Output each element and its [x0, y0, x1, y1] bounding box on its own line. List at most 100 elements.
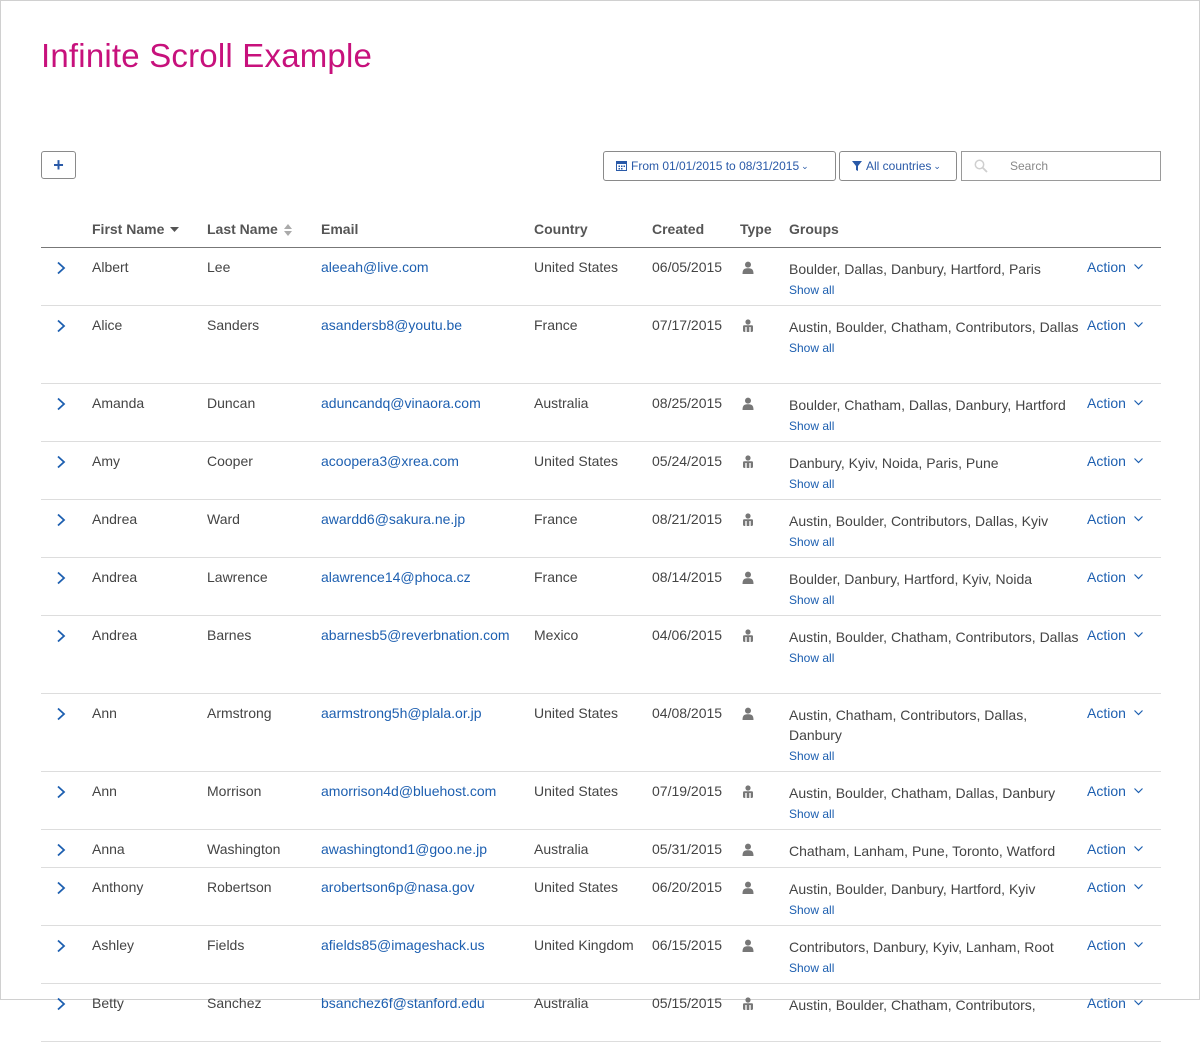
- email-link[interactable]: asandersb8@youtu.be: [321, 317, 462, 333]
- column-header-first-name[interactable]: First Name: [92, 221, 180, 237]
- show-all-link[interactable]: Show all: [789, 958, 1079, 978]
- show-all-link[interactable]: Show all: [789, 746, 1079, 766]
- chevron-down-icon: [1133, 322, 1143, 328]
- expand-row-icon[interactable]: [55, 261, 67, 275]
- show-all-link[interactable]: Show all: [789, 280, 1079, 300]
- last-name-cell: Ward: [207, 511, 240, 527]
- created-cell: 06/20/2015: [652, 879, 723, 895]
- date-range-filter[interactable]: From 01/01/2015 to 08/31/2015 ⌄: [603, 151, 836, 181]
- email-link[interactable]: aduncandq@vinaora.com: [321, 395, 481, 411]
- country-cell: Australia: [534, 395, 589, 411]
- user-icon: [742, 707, 754, 720]
- column-header-groups[interactable]: Groups: [789, 221, 839, 237]
- action-label: Action: [1087, 879, 1126, 895]
- table-row: Anthony Robertson arobertson6p@nasa.gov Uni…: [41, 868, 1161, 926]
- show-all-link[interactable]: Show all: [789, 900, 1079, 920]
- groups-cell: Austin, Boulder, Chatham, Dallas, Danbur…: [789, 783, 1079, 824]
- action-menu[interactable]: Action: [1087, 627, 1143, 643]
- show-all-link[interactable]: Show all: [789, 532, 1079, 552]
- show-all-link[interactable]: Show all: [789, 648, 1079, 668]
- group-icon: [742, 785, 754, 798]
- last-name-cell: Robertson: [207, 879, 272, 895]
- groups-text: Austin, Boulder, Chatham, Contributors,: [789, 997, 1036, 1013]
- show-all-link[interactable]: Show all: [789, 474, 1079, 494]
- user-icon: [742, 571, 754, 584]
- expand-row-icon[interactable]: [55, 785, 67, 799]
- country-cell: Australia: [534, 995, 589, 1011]
- action-menu[interactable]: Action: [1087, 453, 1143, 469]
- action-label: Action: [1087, 317, 1126, 333]
- last-name-cell: Armstrong: [207, 705, 272, 721]
- search-input[interactable]: [998, 153, 1180, 179]
- groups-text: Austin, Chatham, Contributors, Dallas, D…: [789, 707, 1028, 743]
- column-header-email[interactable]: Email: [321, 221, 358, 237]
- table-row: Ashley Fields afields85@imageshack.us Unite…: [41, 926, 1161, 984]
- action-label: Action: [1087, 937, 1126, 953]
- email-link[interactable]: aleeah@live.com: [321, 259, 429, 275]
- show-all-link[interactable]: Show all: [789, 338, 1079, 358]
- action-menu[interactable]: Action: [1087, 259, 1143, 275]
- groups-text: Danbury, Kyiv, Noida, Paris, Pune: [789, 455, 999, 471]
- groups-text: Austin, Boulder, Danbury, Hartford, Kyiv: [789, 881, 1036, 897]
- date-filter-label: From 01/01/2015 to 08/31/2015: [631, 159, 800, 173]
- show-all-link[interactable]: Show all: [789, 804, 1079, 824]
- action-menu[interactable]: Action: [1087, 995, 1143, 1011]
- expand-row-icon[interactable]: [55, 513, 67, 527]
- expand-row-icon[interactable]: [55, 939, 67, 953]
- expand-row-icon[interactable]: [55, 881, 67, 895]
- last-name-cell: Washington: [207, 841, 281, 857]
- country-filter[interactable]: All countries ⌄: [839, 151, 957, 181]
- expand-row-icon[interactable]: [55, 843, 67, 857]
- email-link[interactable]: alawrence14@phoca.cz: [321, 569, 471, 585]
- action-menu[interactable]: Action: [1087, 317, 1143, 333]
- last-name-cell: Lawrence: [207, 569, 268, 585]
- table-row: Amanda Duncan aduncandq@vinaora.com Austral…: [41, 384, 1161, 442]
- email-link[interactable]: arobertson6p@nasa.gov: [321, 879, 475, 895]
- expand-row-icon[interactable]: [55, 629, 67, 643]
- expand-row-icon[interactable]: [55, 707, 67, 721]
- groups-text: Austin, Boulder, Chatham, Contributors, …: [789, 629, 1079, 645]
- column-header-type[interactable]: Type: [740, 221, 772, 237]
- expand-row-icon[interactable]: [55, 997, 67, 1011]
- action-menu[interactable]: Action: [1087, 783, 1143, 799]
- table-row: Andrea Lawrence alawrence14@phoca.cz France…: [41, 558, 1161, 616]
- email-link[interactable]: awashingtond1@goo.ne.jp: [321, 841, 487, 857]
- column-header-last-name[interactable]: Last Name: [207, 221, 292, 237]
- expand-row-icon[interactable]: [55, 455, 67, 469]
- country-cell: United States: [534, 259, 619, 275]
- group-icon: [742, 513, 754, 526]
- expand-row-icon[interactable]: [55, 571, 67, 585]
- email-link[interactable]: acoopera3@xrea.com: [321, 453, 459, 469]
- add-button[interactable]: +: [41, 151, 76, 179]
- page-title: Infinite Scroll Example: [41, 37, 373, 74]
- email-link[interactable]: afields85@imageshack.us: [321, 937, 485, 953]
- groups-text: Contributors, Danbury, Kyiv, Lanham, Roo…: [789, 939, 1054, 955]
- created-cell: 07/17/2015: [652, 317, 723, 333]
- action-menu[interactable]: Action: [1087, 937, 1143, 953]
- first-name-cell: Anna: [92, 841, 125, 857]
- created-cell: 08/14/2015: [652, 569, 723, 585]
- groups-cell: Austin, Boulder, Danbury, Hartford, Kyiv…: [789, 879, 1079, 920]
- show-all-link[interactable]: Show all: [789, 590, 1079, 610]
- column-header-country[interactable]: Country: [534, 221, 588, 237]
- created-cell: 05/15/2015: [652, 995, 723, 1011]
- chevron-down-icon: [1133, 1000, 1143, 1006]
- action-menu[interactable]: Action: [1087, 395, 1143, 411]
- email-link[interactable]: aarmstrong5h@plala.or.jp: [321, 705, 482, 721]
- expand-row-icon[interactable]: [55, 319, 67, 333]
- action-menu[interactable]: Action: [1087, 511, 1143, 527]
- last-name-cell: Morrison: [207, 783, 262, 799]
- first-name-cell: Ann: [92, 783, 117, 799]
- action-menu[interactable]: Action: [1087, 879, 1143, 895]
- email-link[interactable]: awardd6@sakura.ne.jp: [321, 511, 465, 527]
- expand-row-icon[interactable]: [55, 397, 67, 411]
- action-menu[interactable]: Action: [1087, 569, 1143, 585]
- table-row: Andrea Ward awardd6@sakura.ne.jp France 08/2…: [41, 500, 1161, 558]
- show-all-link[interactable]: Show all: [789, 416, 1079, 436]
- action-menu[interactable]: Action: [1087, 705, 1143, 721]
- column-header-created[interactable]: Created: [652, 221, 704, 237]
- email-link[interactable]: amorrison4d@bluehost.com: [321, 783, 496, 799]
- email-link[interactable]: bsanchez6f@stanford.edu: [321, 995, 485, 1011]
- action-menu[interactable]: Action: [1087, 841, 1143, 857]
- email-link[interactable]: abarnesb5@reverbnation.com: [321, 627, 510, 643]
